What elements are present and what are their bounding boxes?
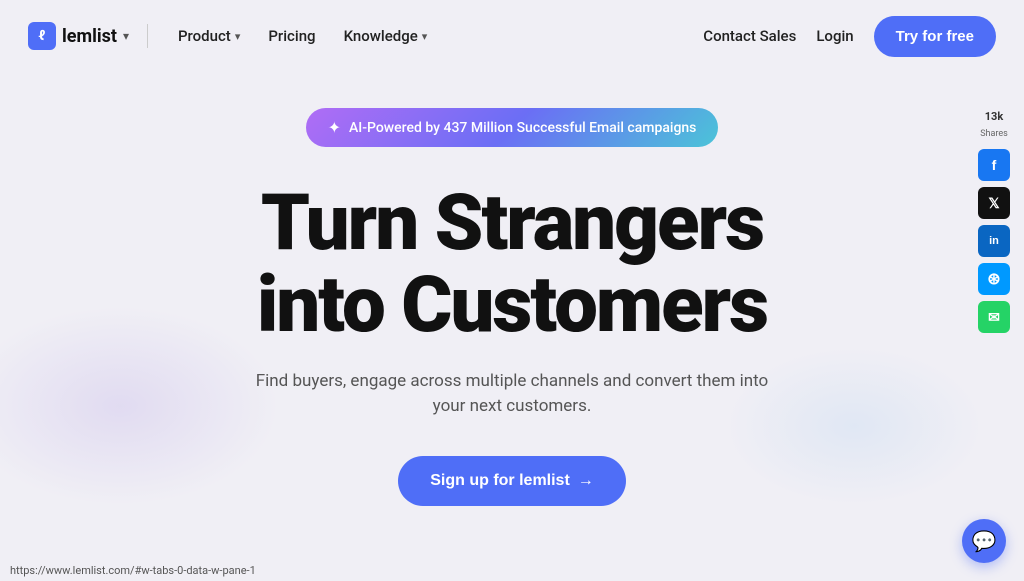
bg-blob-left bbox=[0, 306, 280, 506]
chat-bubble-icon: 💬 bbox=[972, 529, 997, 553]
nav-product-label: Product bbox=[178, 27, 231, 45]
social-share-count: 13k bbox=[985, 110, 1004, 123]
headline-line2: into Customers bbox=[257, 260, 767, 351]
navbar-left: ℓ lemlist ▾ Product ▾ Pricing Knowledge … bbox=[28, 19, 439, 53]
logo-area[interactable]: ℓ lemlist ▾ bbox=[28, 22, 129, 50]
linkedin-share-button[interactable]: in bbox=[978, 225, 1010, 257]
knowledge-chevron-icon: ▾ bbox=[422, 30, 428, 43]
signup-cta-button[interactable]: Sign up for lemlist → bbox=[398, 456, 626, 506]
messenger-share-button[interactable]: ⊛ bbox=[978, 263, 1010, 295]
hero-subheadline: Find buyers, engage across multiple chan… bbox=[252, 369, 772, 420]
chat-bubble-button[interactable]: 💬 bbox=[962, 519, 1006, 563]
status-url: https://www.lemlist.com/#w-tabs-0-data-w… bbox=[10, 564, 256, 577]
try-free-button[interactable]: Try for free bbox=[874, 16, 996, 57]
contact-sales-link[interactable]: Contact Sales bbox=[703, 27, 796, 45]
hero-headline: Turn Strangers into Customers bbox=[257, 183, 767, 347]
headline-line1: Turn Strangers bbox=[261, 178, 763, 269]
nav-knowledge-label: Knowledge bbox=[344, 27, 418, 45]
logo-text: lemlist bbox=[62, 26, 117, 47]
nav-divider bbox=[147, 24, 148, 48]
whatsapp-share-button[interactable]: ✉ bbox=[978, 301, 1010, 333]
cta-label: Sign up for lemlist bbox=[430, 472, 570, 490]
badge-text: AI-Powered by 437 Million Successful Ema… bbox=[349, 120, 696, 136]
facebook-share-button[interactable]: f bbox=[978, 149, 1010, 181]
nav-product[interactable]: Product ▾ bbox=[166, 19, 252, 53]
navbar: ℓ lemlist ▾ Product ▾ Pricing Knowledge … bbox=[0, 0, 1024, 72]
login-link[interactable]: Login bbox=[816, 27, 853, 45]
ai-badge: ✦ AI-Powered by 437 Million Successful E… bbox=[306, 108, 719, 147]
social-sidebar: 13k Shares f 𝕏 in ⊛ ✉ bbox=[978, 110, 1010, 333]
twitter-share-button[interactable]: 𝕏 bbox=[978, 187, 1010, 219]
nav-pricing[interactable]: Pricing bbox=[256, 19, 327, 53]
status-bar: https://www.lemlist.com/#w-tabs-0-data-w… bbox=[0, 560, 266, 581]
badge-star-icon: ✦ bbox=[328, 118, 341, 137]
logo-chevron-icon: ▾ bbox=[123, 29, 129, 43]
cta-arrow-icon: → bbox=[578, 472, 594, 490]
nav-knowledge[interactable]: Knowledge ▾ bbox=[332, 19, 440, 53]
nav-pricing-label: Pricing bbox=[268, 27, 315, 45]
hero-section: ✦ AI-Powered by 437 Million Successful E… bbox=[0, 72, 1024, 506]
nav-links: Product ▾ Pricing Knowledge ▾ bbox=[166, 19, 439, 53]
lemlist-logo-icon: ℓ bbox=[28, 22, 56, 50]
navbar-right: Contact Sales Login Try for free bbox=[703, 16, 996, 57]
product-chevron-icon: ▾ bbox=[235, 30, 241, 43]
social-shares-label: Shares bbox=[980, 129, 1008, 139]
